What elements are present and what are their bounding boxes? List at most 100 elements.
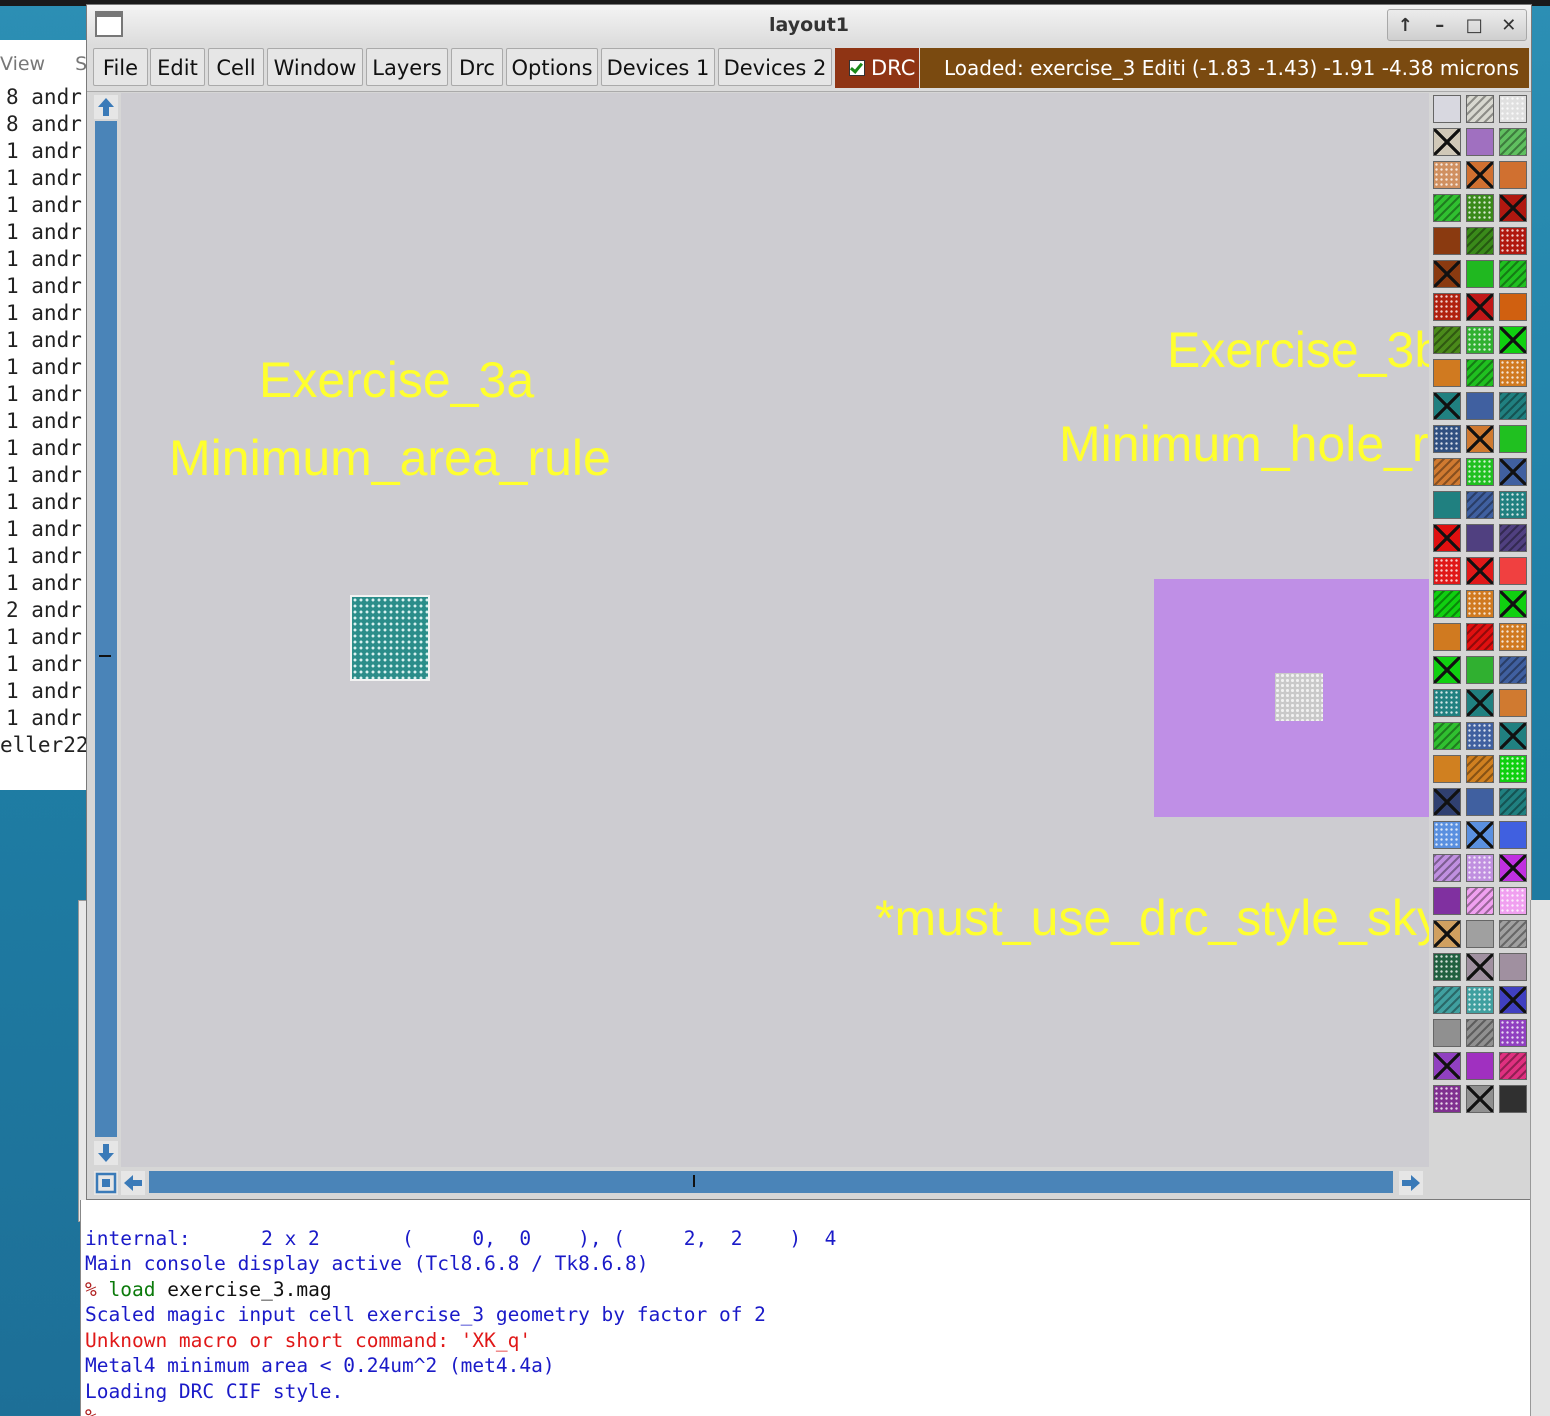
menu-file[interactable]: File	[93, 48, 148, 86]
shade-icon[interactable]: ↑	[1390, 15, 1420, 36]
layer-swatch[interactable]	[1499, 227, 1527, 255]
drc-checkbox[interactable]	[849, 60, 865, 76]
menu-window[interactable]: Window	[267, 48, 363, 86]
layer-swatch[interactable]	[1433, 293, 1461, 321]
layer-swatch[interactable]	[1433, 986, 1461, 1014]
zoom-box-icon[interactable]	[94, 1171, 118, 1195]
layer-swatch[interactable]	[1499, 524, 1527, 552]
layer-swatch[interactable]	[1499, 194, 1527, 222]
layer-swatch[interactable]	[1466, 689, 1494, 717]
layer-swatch[interactable]	[1499, 788, 1527, 816]
layer-swatch[interactable]	[1433, 260, 1461, 288]
layer-swatch[interactable]	[1433, 359, 1461, 387]
layer-swatch[interactable]	[1499, 359, 1527, 387]
layer-swatch[interactable]	[1499, 1052, 1527, 1080]
layer-swatch[interactable]	[1433, 953, 1461, 981]
layer-swatch[interactable]	[1433, 1019, 1461, 1047]
layer-swatch[interactable]	[1499, 953, 1527, 981]
layer-swatch[interactable]	[1466, 1085, 1494, 1113]
layer-swatch[interactable]	[1466, 524, 1494, 552]
layer-swatch[interactable]	[1499, 491, 1527, 519]
layer-swatch[interactable]	[1466, 722, 1494, 750]
layer-swatch[interactable]	[1499, 887, 1527, 915]
layer-swatch[interactable]	[1466, 623, 1494, 651]
layer-swatch[interactable]	[1466, 425, 1494, 453]
layer-swatch[interactable]	[1499, 161, 1527, 189]
layer-swatch[interactable]	[1466, 1052, 1494, 1080]
minimize-icon[interactable]: –	[1425, 15, 1455, 36]
layer-swatch[interactable]	[1499, 821, 1527, 849]
layer-swatch[interactable]	[1466, 260, 1494, 288]
layer-swatch[interactable]	[1433, 95, 1461, 123]
layer-swatch[interactable]	[1499, 128, 1527, 156]
drc-toggle[interactable]: DRC	[835, 48, 919, 88]
menu-cell[interactable]: Cell	[208, 48, 264, 86]
layer-swatch[interactable]	[1433, 887, 1461, 915]
menu-edit[interactable]: Edit	[150, 48, 205, 86]
layer-swatch[interactable]	[1466, 359, 1494, 387]
layer-swatch[interactable]	[1499, 392, 1527, 420]
layer-swatch[interactable]	[1499, 326, 1527, 354]
layer-swatch[interactable]	[1499, 557, 1527, 585]
scroll-down-icon[interactable]	[94, 1141, 118, 1165]
layer-swatch[interactable]	[1466, 557, 1494, 585]
layer-swatch[interactable]	[1466, 458, 1494, 486]
layer-swatch[interactable]	[1466, 1019, 1494, 1047]
layer-swatch[interactable]	[1466, 95, 1494, 123]
menu-devices-1[interactable]: Devices 1	[601, 48, 715, 86]
metal4-square-shape[interactable]	[350, 595, 430, 681]
layer-swatch[interactable]	[1466, 293, 1494, 321]
vertical-scroll-trough[interactable]	[95, 121, 117, 1137]
layer-swatch[interactable]	[1466, 392, 1494, 420]
layer-swatch[interactable]	[1499, 95, 1527, 123]
layer-swatch[interactable]	[1466, 227, 1494, 255]
layer-swatch[interactable]	[1466, 986, 1494, 1014]
layer-swatch[interactable]	[1499, 293, 1527, 321]
layer-swatch[interactable]	[1499, 986, 1527, 1014]
scroll-left-icon[interactable]	[121, 1171, 145, 1195]
layer-swatch[interactable]	[1466, 953, 1494, 981]
layer-swatch[interactable]	[1433, 821, 1461, 849]
layer-swatch[interactable]	[1466, 920, 1494, 948]
background-terminal-window[interactable]: ViewSe 8 andr 8 andr 1 andr 1 andr 1 andr 1 a…	[0, 40, 91, 790]
layer-swatch[interactable]	[1466, 491, 1494, 519]
layer-swatch[interactable]	[1466, 854, 1494, 882]
layer-swatch[interactable]	[1433, 1085, 1461, 1113]
layer-swatch[interactable]	[1433, 1052, 1461, 1080]
layer-swatch[interactable]	[1499, 854, 1527, 882]
vertical-scrollbar[interactable]	[93, 93, 119, 1167]
layer-swatch[interactable]	[1499, 1019, 1527, 1047]
layer-swatch[interactable]	[1499, 722, 1527, 750]
layer-swatch[interactable]	[1433, 920, 1461, 948]
maximize-icon[interactable]: □	[1459, 15, 1489, 36]
layer-swatch[interactable]	[1433, 623, 1461, 651]
layer-swatch[interactable]	[1433, 326, 1461, 354]
horizontal-scrollbar[interactable]	[93, 1169, 1429, 1197]
layer-swatch[interactable]	[1499, 920, 1527, 948]
layer-swatch[interactable]	[1499, 1085, 1527, 1113]
layer-swatch[interactable]	[1433, 491, 1461, 519]
layer-swatch[interactable]	[1499, 656, 1527, 684]
hole-shape[interactable]	[1275, 673, 1323, 721]
layer-swatch[interactable]	[1499, 458, 1527, 486]
scroll-right-icon[interactable]	[1399, 1171, 1423, 1195]
layer-swatch[interactable]	[1466, 194, 1494, 222]
layer-swatch[interactable]	[1466, 590, 1494, 618]
layer-swatch[interactable]	[1433, 128, 1461, 156]
layer-swatch[interactable]	[1433, 788, 1461, 816]
layer-swatch[interactable]	[1499, 623, 1527, 651]
layer-swatch[interactable]	[1433, 722, 1461, 750]
layer-swatch[interactable]	[1466, 326, 1494, 354]
terminal-menu-view[interactable]: View	[0, 53, 45, 75]
scroll-up-icon[interactable]	[94, 95, 118, 119]
layer-swatch[interactable]	[1433, 425, 1461, 453]
layer-swatch[interactable]	[1433, 854, 1461, 882]
layer-swatch[interactable]	[1433, 755, 1461, 783]
layer-swatch[interactable]	[1433, 227, 1461, 255]
menu-devices-2[interactable]: Devices 2	[718, 48, 832, 86]
console-scrollbar[interactable]	[1530, 900, 1550, 1416]
menu-options[interactable]: Options	[506, 48, 598, 86]
console-input-prompt[interactable]: %	[85, 1404, 1532, 1416]
layer-swatch[interactable]	[1466, 821, 1494, 849]
layer-swatch[interactable]	[1466, 755, 1494, 783]
